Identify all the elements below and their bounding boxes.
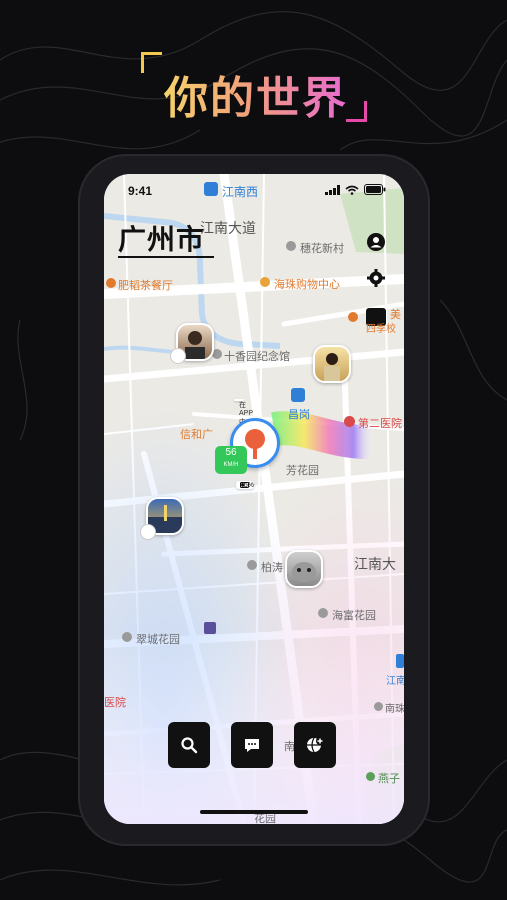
map-label-jiangnanxi: 江南西 — [222, 185, 259, 199]
school-poi-icon — [348, 312, 358, 322]
hero-title: 你的世界 — [164, 62, 348, 126]
add-friend-button[interactable] — [294, 722, 336, 768]
map-label-jiangnan-dadao: 江南大道 — [200, 221, 256, 237]
city-title: 广州市 — [118, 223, 206, 256]
message-button[interactable] — [231, 722, 273, 768]
map-label-cuicheng: 翠城花园 — [136, 633, 180, 646]
map-label-feifan: 肥韬茶餐厅 — [118, 279, 173, 292]
graduation-badge-icon — [170, 348, 186, 364]
mall-poi-icon — [260, 277, 270, 287]
map-label-xiao: 四季校 — [366, 324, 396, 335]
map-label-hospital2: 第二医院 — [358, 417, 402, 430]
friend-avatar-pin[interactable] — [285, 550, 323, 588]
avatar — [324, 353, 340, 381]
map-label-jiangnan-da2: 江南大 — [354, 557, 396, 573]
map-label-changgang: 昌岗 — [288, 408, 310, 421]
speed-value: 56 — [225, 447, 237, 458]
search-icon — [181, 737, 198, 754]
add-friend-icon — [307, 737, 324, 753]
wifi-icon — [345, 185, 359, 195]
home-indicator[interactable] — [200, 810, 308, 814]
search-button[interactable] — [168, 722, 210, 768]
poi-icon — [366, 772, 375, 781]
drink-badge-icon — [140, 524, 156, 540]
map-label-bai: 柏涛 — [261, 561, 283, 574]
map-label-yanzi: 燕子 — [378, 772, 400, 785]
map-label-haifu: 海富花园 — [332, 609, 376, 622]
battery-tag: 45% — [236, 481, 254, 489]
message-icon — [245, 739, 259, 752]
map-label-fanghuayuan: 芳花园 — [286, 464, 319, 477]
metro-icon — [396, 654, 404, 668]
poi-icon — [374, 702, 383, 711]
poi-icon — [247, 560, 257, 570]
poi-icon — [122, 632, 132, 642]
speed-unit: KM/H — [223, 462, 239, 468]
metro-icon — [204, 182, 218, 196]
signal-icon — [325, 184, 340, 195]
settings-button[interactable] — [364, 266, 388, 290]
map-label-hospital: 医院 — [104, 696, 126, 709]
status-icons — [325, 184, 386, 195]
map-label-nanbian: 南珠 — [385, 704, 404, 715]
friend-avatar-pin[interactable] — [313, 345, 351, 383]
avatar — [292, 562, 316, 582]
map-label-haizhu-mall: 海珠购物中心 — [274, 278, 340, 291]
status-time: 9:41 — [128, 184, 153, 198]
profile-icon — [367, 233, 385, 251]
poi-icon — [318, 608, 328, 618]
profile-button[interactable] — [364, 230, 388, 254]
speed-badge: 56 KM/H — [215, 446, 247, 474]
bottom-toolbar — [168, 722, 340, 770]
settings-icon — [367, 269, 385, 287]
food-poi-icon — [106, 278, 116, 288]
map-label-jiang: 江南 — [386, 676, 404, 687]
hero-bracket-left — [141, 52, 162, 73]
battery-value: 45% — [240, 481, 255, 489]
city-title-underline — [118, 256, 214, 258]
map-label-shixiang: 十香园纪念馆 — [224, 350, 290, 363]
phone-screen: 9:41 江南西 广州市 江南大道 穗花新村 肥韬茶餐厅 海珠购物中心 美 四季… — [104, 174, 404, 824]
home-badge-icon — [204, 622, 216, 634]
map-label-suihua: 穗花新村 — [300, 242, 344, 255]
metro-icon — [291, 388, 305, 402]
hero-bracket-right — [346, 101, 367, 122]
self-status-tag: 在 APP 中 — [234, 399, 253, 426]
poi-icon — [286, 241, 296, 251]
hospital-poi-icon — [344, 416, 355, 427]
battery-icon — [364, 184, 386, 195]
map-label-xinhe: 信和广 — [180, 428, 213, 441]
